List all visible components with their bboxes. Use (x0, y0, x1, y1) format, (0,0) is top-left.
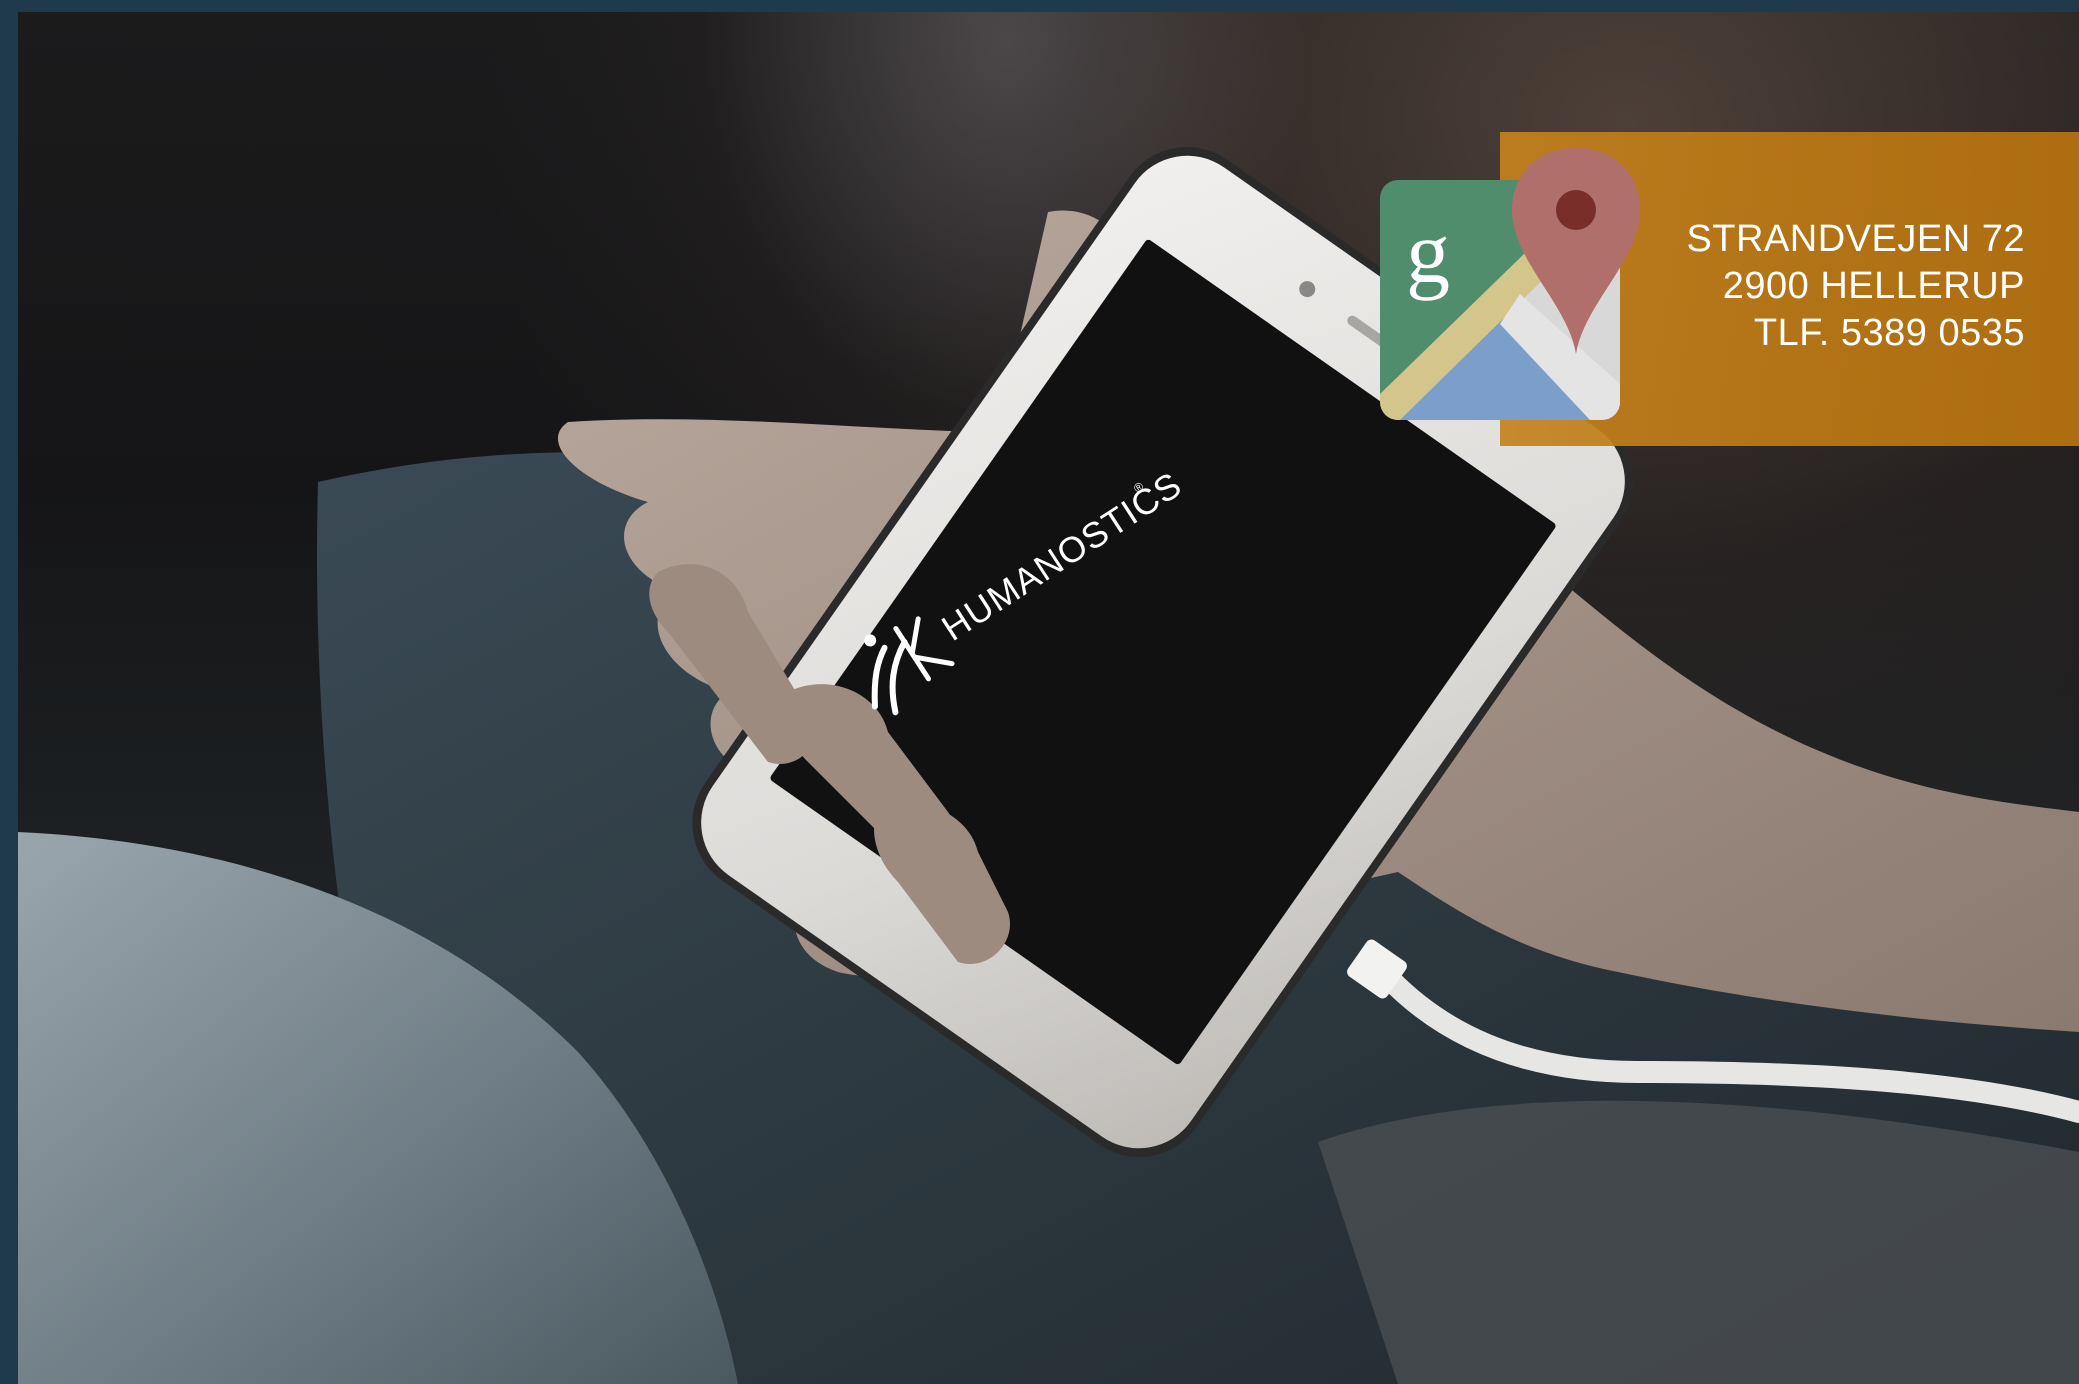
address-block: STRANDVEJEN 72 2900 HELLERUP TLF. 5389 0… (1686, 216, 2025, 357)
address-street: STRANDVEJEN 72 (1686, 218, 2025, 260)
address-city: 2900 HELLERUP (1722, 265, 2025, 307)
page-frame: HUMANOSTICS ® STRANDVEJEN 72 2900 HELLER… (0, 0, 2079, 1384)
google-maps-icon[interactable]: g (1380, 144, 1640, 434)
maps-letter: g (1406, 205, 1450, 302)
address-phone: TLF. 5389 0535 (1753, 312, 2025, 354)
